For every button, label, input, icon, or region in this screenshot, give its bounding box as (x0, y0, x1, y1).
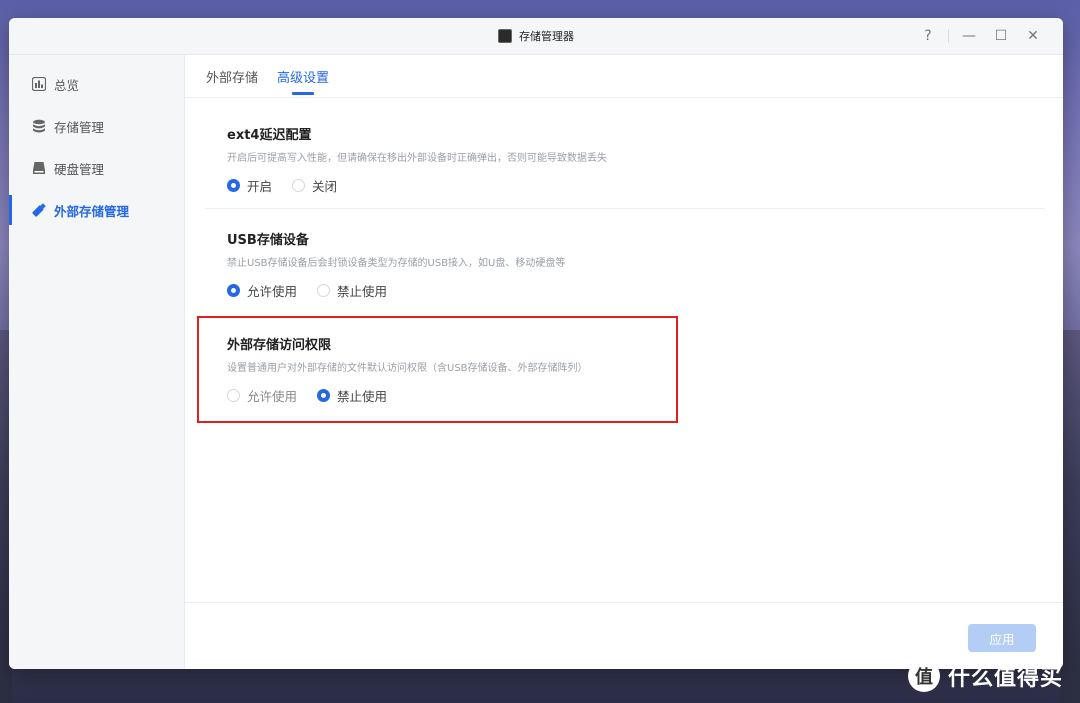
radio-label: 允许使用 (247, 284, 298, 299)
radio-disable[interactable]: 关闭 (292, 176, 337, 195)
watermark-logo: 值 (908, 660, 940, 692)
highlight-box (197, 316, 678, 423)
footer-divider (185, 602, 1063, 603)
sidebar-item-overview[interactable]: 总览 (9, 63, 184, 105)
apply-button[interactable]: 应用 (968, 624, 1036, 652)
minimize-button[interactable]: — (953, 18, 985, 54)
minimize-icon: — (962, 28, 976, 44)
tab-external-storage[interactable]: 外部存储 (206, 67, 258, 86)
radio-selected-icon (227, 284, 240, 297)
tab-advanced-settings[interactable]: 高级设置 (277, 67, 329, 86)
title-bar[interactable]: 存储管理器 ? — ☐ ✕ (9, 18, 1063, 55)
sidebar-item-label: 硬盘管理 (54, 161, 105, 177)
section-title: ext4延迟配置 (227, 128, 312, 143)
window-title: 存储管理器 (519, 30, 574, 43)
chart-icon (31, 76, 47, 92)
database-icon (31, 118, 47, 134)
usb-drive-icon (31, 202, 47, 218)
section-description: 开启后可提高写入性能，但请确保在移出外部设备时正确弹出，否则可能导致数据丢失 (227, 153, 607, 164)
help-button[interactable]: ? (912, 18, 944, 54)
radio-label: 关闭 (312, 179, 338, 194)
maximize-button[interactable]: ☐ (985, 18, 1017, 54)
radio-forbid[interactable]: 禁止使用 (317, 281, 387, 300)
sidebar-item-label: 外部存储管理 (54, 203, 130, 219)
section-ext4-delay: ext4延迟配置 开启后可提高写入性能，但请确保在移出外部设备时正确弹出，否则可… (227, 124, 607, 195)
sidebar: 总览 存储管理 硬盘管理 外部存储管理 (9, 55, 185, 669)
sidebar-item-disk[interactable]: 硬盘管理 (9, 147, 184, 189)
radio-enable[interactable]: 开启 (227, 176, 272, 195)
radio-label: 开启 (247, 179, 273, 194)
sidebar-item-storage[interactable]: 存储管理 (9, 105, 184, 147)
sidebar-item-label: 存储管理 (54, 119, 105, 135)
control-divider (948, 29, 949, 43)
help-icon: ? (924, 28, 932, 44)
watermark-text: 什么值得买 (948, 666, 1064, 691)
section-usb-storage: USB存储设备 禁止USB存储设备后会封锁设备类型为存储的USB接入，如U盘、移… (227, 229, 565, 300)
desktop-background-right (1060, 330, 1080, 703)
storage-manager-window: 存储管理器 ? — ☐ ✕ 总览 存储管理 硬盘管理 外部存储管理 外部存储 高… (9, 18, 1063, 669)
active-tab-indicator (292, 92, 314, 95)
radio-selected-icon (227, 179, 240, 192)
sidebar-item-external-storage[interactable]: 外部存储管理 (9, 189, 184, 231)
sidebar-item-label: 总览 (54, 77, 80, 93)
section-description: 禁止USB存储设备后会封锁设备类型为存储的USB接入，如U盘、移动硬盘等 (227, 258, 566, 269)
section-title: USB存储设备 (227, 233, 309, 248)
radio-unselected-icon (317, 284, 331, 297)
hard-disk-icon (31, 160, 47, 176)
radio-label: 禁止使用 (337, 284, 388, 299)
close-icon: ✕ (1027, 28, 1039, 44)
watermark: 值 什么值得买 (908, 658, 1063, 694)
tab-bar: 外部存储 高级设置 (185, 55, 1063, 98)
close-button[interactable]: ✕ (1017, 18, 1049, 54)
app-icon (498, 29, 512, 43)
radio-allow[interactable]: 允许使用 (227, 281, 297, 300)
radio-unselected-icon (292, 179, 306, 192)
maximize-icon: ☐ (994, 28, 1008, 44)
section-divider (205, 208, 1045, 209)
